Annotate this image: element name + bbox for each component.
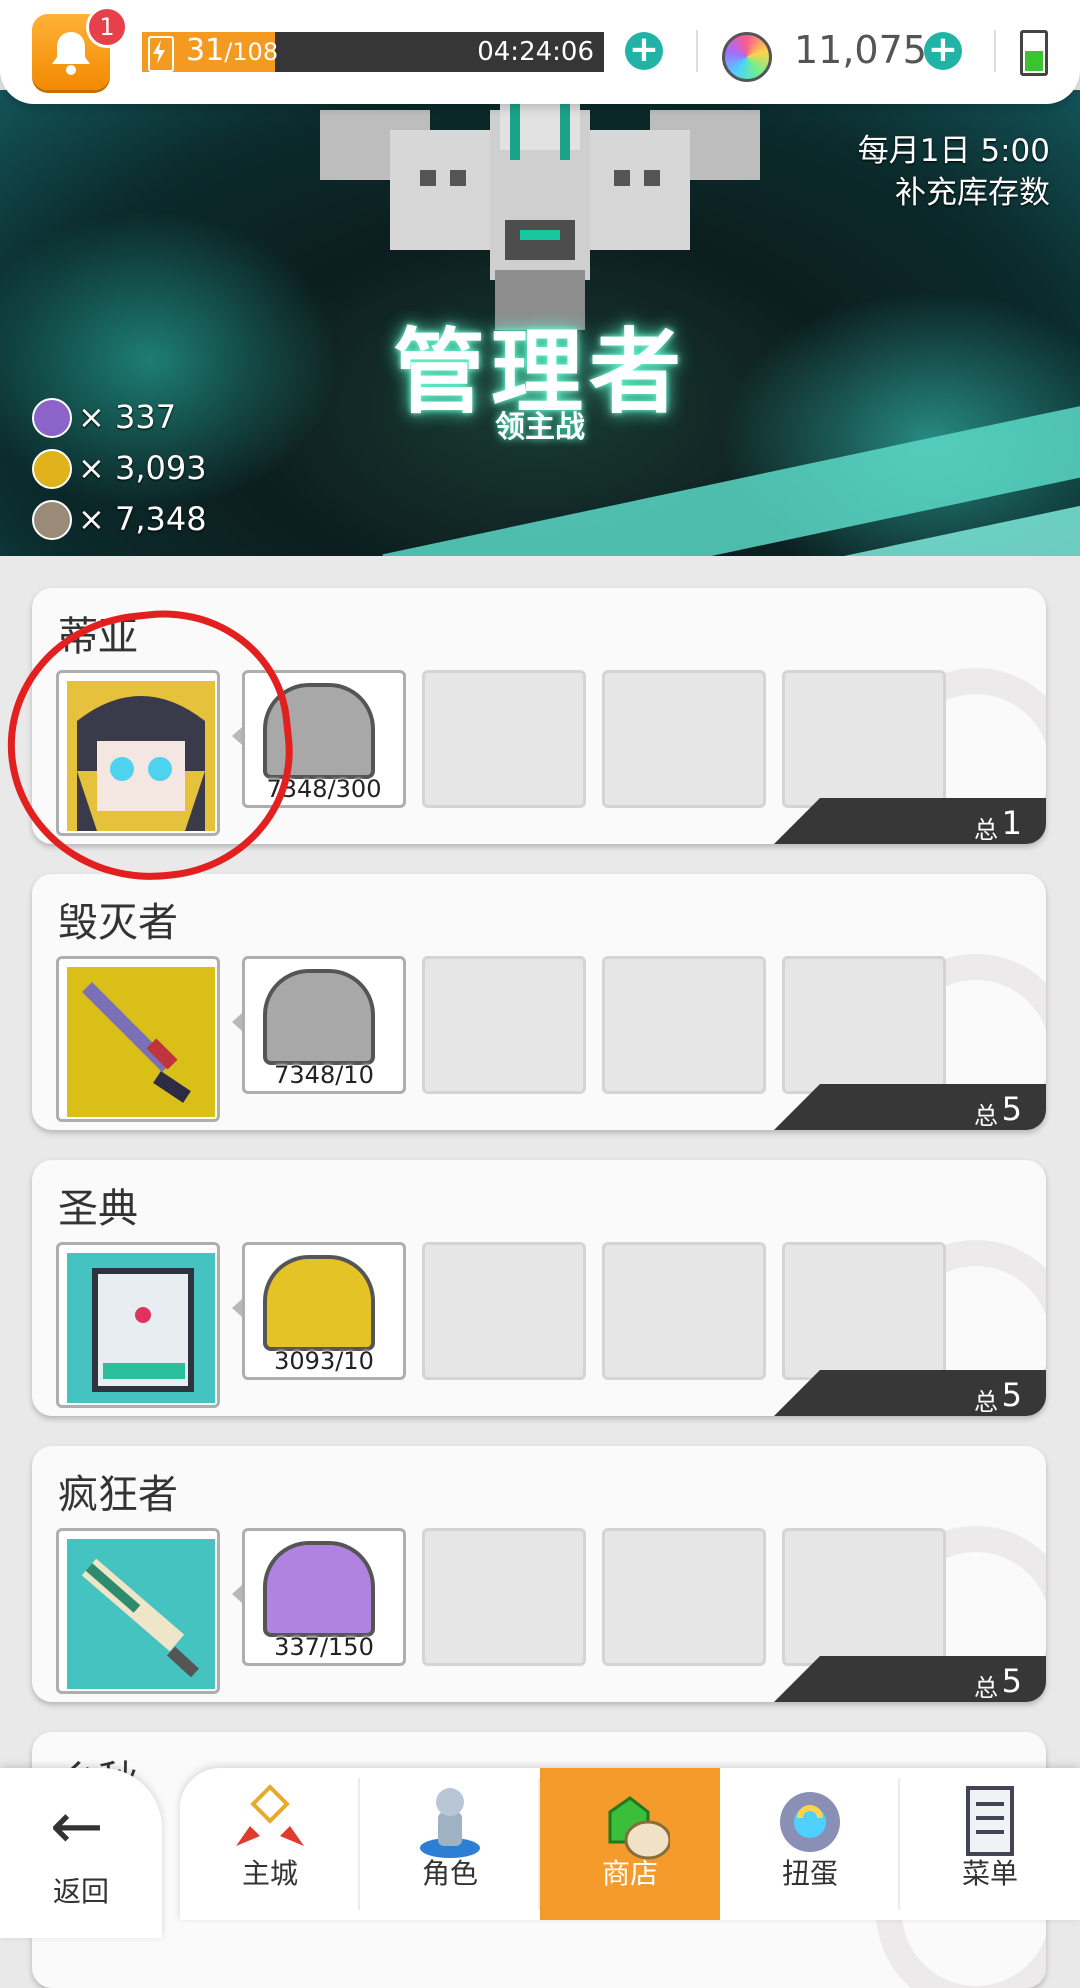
item-title: 圣典 xyxy=(58,1186,138,1232)
empty-slot xyxy=(422,956,586,1094)
nav-item-castle[interactable]: 主城 xyxy=(180,1768,360,1920)
gem-count: 11,075 xyxy=(794,28,927,72)
gold-coin-icon xyxy=(32,449,72,489)
restock-time: 每月1日 5:00 xyxy=(857,133,1050,169)
stock-label: 总库存数 xyxy=(974,1102,998,1130)
empty-slot xyxy=(422,1242,586,1380)
empty-slot xyxy=(782,956,946,1094)
stamina-max: /108 xyxy=(224,38,279,66)
add-stamina-button[interactable]: + xyxy=(625,32,663,70)
empty-slot xyxy=(782,1242,946,1380)
stock-count: 1 xyxy=(1001,804,1022,842)
cost-slot: 7348/300 xyxy=(242,670,406,808)
back-label: 返回 xyxy=(52,1875,109,1908)
nav-label: 扭蛋 xyxy=(781,1857,838,1890)
gem-icon xyxy=(722,32,772,82)
cost-value: 3093/10 xyxy=(274,1347,374,1375)
notification-badge: 1 xyxy=(86,6,128,48)
nav-item-shop[interactable]: 商店 xyxy=(540,1768,720,1920)
currency-amount: × 3,093 xyxy=(78,449,207,487)
boss-coin-icon xyxy=(263,1255,375,1351)
stamina-bar: 31/108 04:24:06 xyxy=(142,32,604,72)
reward-slot[interactable] xyxy=(56,1528,220,1694)
currency-amount: × 7,348 xyxy=(78,500,207,538)
character-icon xyxy=(420,1788,480,1858)
cost-slot: 7348/10 xyxy=(242,956,406,1094)
stock-count: 5 xyxy=(1001,1376,1022,1414)
dagger-icon xyxy=(67,967,215,1117)
shop-item-card[interactable]: 蒂亚 7348/300 总库存数1 xyxy=(32,588,1046,844)
stock-label: 总库存数 xyxy=(974,816,998,844)
item-title: 毁灭者 xyxy=(58,900,178,946)
reward-slot[interactable] xyxy=(56,670,220,836)
stock-badge: 总库存数5 xyxy=(774,1084,1046,1130)
purple-coin-icon xyxy=(32,398,72,438)
empty-slot xyxy=(422,1528,586,1666)
stock-badge: 总库存数1 xyxy=(774,798,1046,844)
reward-slot[interactable] xyxy=(56,956,220,1122)
restock-info: 每月1日 5:00 补充库存数 xyxy=(858,130,1050,214)
stock-badge: 总库存数5 xyxy=(774,1370,1046,1416)
bronze-coin-icon xyxy=(32,500,72,540)
stamina-timer: 04:24:06 xyxy=(477,37,594,67)
character-portrait-icon xyxy=(67,681,215,831)
cost-value: 337/150 xyxy=(274,1633,374,1661)
stamina-current: 31 xyxy=(186,33,225,68)
nav-item-gacha[interactable]: 扭蛋 xyxy=(720,1768,900,1920)
nav-label: 菜单 xyxy=(961,1857,1018,1890)
divider xyxy=(994,30,996,72)
back-arrow-icon: ← xyxy=(50,1790,104,1864)
empty-slot xyxy=(782,670,946,808)
nav-item-character[interactable]: 角色 xyxy=(360,1768,540,1920)
stock-label: 总库存数 xyxy=(974,1674,998,1702)
shop-item-card[interactable]: 疯狂者 337/150 总库存数5 xyxy=(32,1446,1046,1702)
stock-count: 5 xyxy=(1001,1662,1022,1700)
cost-value: 7348/10 xyxy=(274,1061,374,1089)
status-bar: 1 31/108 04:24:06 + 11,075 + xyxy=(0,0,1080,104)
sword-icon xyxy=(67,1539,215,1689)
empty-slot xyxy=(602,1528,766,1666)
empty-slot xyxy=(782,1528,946,1666)
empty-slot xyxy=(422,670,586,808)
battery-icon xyxy=(1020,30,1048,76)
boss-coin-icon xyxy=(263,1541,375,1637)
cost-value: 7348/300 xyxy=(266,775,382,803)
add-gem-button[interactable]: + xyxy=(924,32,962,70)
lightning-icon xyxy=(148,36,174,72)
boss-coin-icon xyxy=(263,683,375,779)
menu-icon xyxy=(966,1786,1014,1856)
nav-label: 主城 xyxy=(241,1857,298,1890)
shop-icon xyxy=(608,1796,670,1860)
restock-label: 补充库存数 xyxy=(895,175,1050,211)
currency-amount: × 337 xyxy=(78,398,177,436)
boss-banner: 管理者 领主战 每月1日 5:00 补充库存数 × 337 × 3,093 × … xyxy=(0,90,1080,556)
back-button[interactable]: ← 返回 xyxy=(0,1768,162,1938)
empty-slot xyxy=(602,1242,766,1380)
item-title: 疯狂者 xyxy=(58,1472,178,1518)
bottom-nav: 主城 角色 商店 扭蛋 菜单 xyxy=(180,1768,1080,1920)
holy-book-icon xyxy=(67,1253,215,1403)
stock-count: 5 xyxy=(1001,1090,1022,1128)
empty-slot xyxy=(602,956,766,1094)
nav-item-menu[interactable]: 菜单 xyxy=(900,1768,1080,1920)
stock-label: 总库存数 xyxy=(974,1388,998,1416)
empty-slot xyxy=(602,670,766,808)
item-title: 蒂亚 xyxy=(58,614,138,660)
stock-badge: 总库存数5 xyxy=(774,1656,1046,1702)
shop-item-card[interactable]: 圣典 3093/10 总库存数5 xyxy=(32,1160,1046,1416)
divider xyxy=(696,30,698,72)
shop-item-card[interactable]: 毁灭者 7348/10 总库存数5 xyxy=(32,874,1046,1130)
cost-slot: 337/150 xyxy=(242,1528,406,1666)
castle-icon xyxy=(236,1784,304,1846)
reward-slot[interactable] xyxy=(56,1242,220,1408)
nav-label: 角色 xyxy=(421,1857,478,1890)
boss-coin-icon xyxy=(263,969,375,1065)
cost-slot: 3093/10 xyxy=(242,1242,406,1380)
nav-label: 商店 xyxy=(601,1857,658,1890)
gacha-icon xyxy=(780,1792,840,1852)
